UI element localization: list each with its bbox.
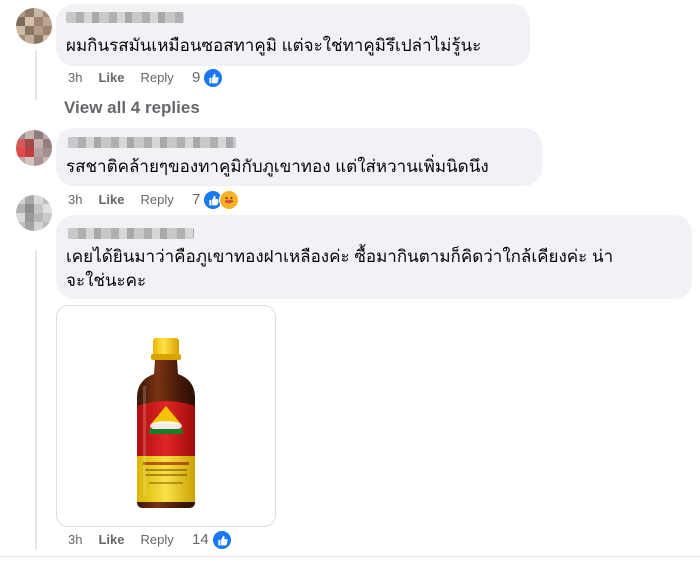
like-icon — [203, 68, 223, 88]
reaction-count[interactable]: 14 — [192, 531, 209, 548]
reaction-count[interactable]: 9 — [192, 69, 200, 86]
avatar[interactable] — [16, 8, 52, 44]
reply-button[interactable]: Reply — [140, 70, 173, 85]
comment-bubble: ผมกินรสมันเหมือนซอสทาคูมิ แต่จะใช่ทาคูมิ… — [56, 4, 530, 66]
comment-time[interactable]: 3h — [68, 192, 82, 207]
thread-line — [35, 250, 37, 550]
comment-actions: 3h Like Reply — [68, 70, 194, 85]
avatar[interactable] — [16, 130, 52, 166]
comment-text-line2: จะใช่นะคะ — [66, 271, 147, 290]
comment-actions: 3h Like Reply — [68, 192, 194, 207]
avatar[interactable] — [16, 195, 52, 231]
sauce-bottle-image — [137, 338, 195, 508]
comment-text: ผมกินรสมันเหมือนซอสทาคูมิ แต่จะใช่ทาคูมิ… — [66, 36, 482, 55]
care-icon — [219, 190, 239, 210]
comment-actions: 3h Like Reply — [68, 532, 194, 547]
like-button[interactable]: Like — [98, 532, 124, 547]
comment-text: รสชาติคล้ายๆของทาคูมิกับภูเขาทอง แต่ใส่ห… — [66, 157, 489, 176]
comment-time[interactable]: 3h — [68, 532, 82, 547]
view-replies-link[interactable]: View all 4 replies — [64, 98, 200, 118]
like-icon — [212, 530, 232, 550]
reply-button[interactable]: Reply — [140, 192, 173, 207]
comment-time[interactable]: 3h — [68, 70, 82, 85]
like-button[interactable]: Like — [98, 192, 124, 207]
comment-text-line1: เคยได้ยินมาว่าคือภูเขาทองฝาเหลืองค่ะ ซื้… — [66, 247, 614, 266]
bottom-divider — [0, 556, 700, 557]
reaction-count[interactable]: 7 — [192, 191, 200, 208]
comment-bubble: เคยได้ยินมาว่าคือภูเขาทองฝาเหลืองค่ะ ซื้… — [56, 215, 692, 299]
author-name-blurred[interactable] — [68, 137, 236, 148]
like-button[interactable]: Like — [98, 70, 124, 85]
reply-button[interactable]: Reply — [140, 532, 173, 547]
author-name-blurred[interactable] — [66, 12, 184, 23]
comment-image[interactable] — [56, 305, 276, 527]
author-name-blurred[interactable] — [68, 228, 194, 239]
comment-bubble: รสชาติคล้ายๆของทาคูมิกับภูเขาทอง แต่ใส่ห… — [56, 128, 542, 186]
thread-line — [35, 50, 37, 100]
